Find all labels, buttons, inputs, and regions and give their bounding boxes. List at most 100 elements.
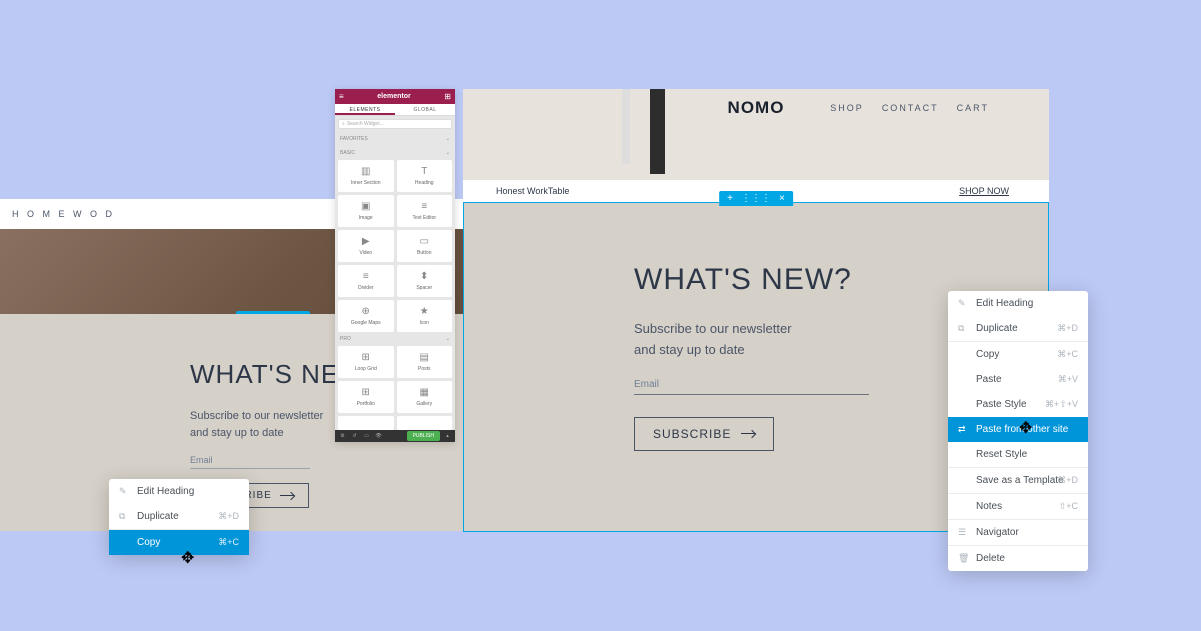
elementor-footer: ⚙ ↺ ▭ 👁 PUBLISH ▴ [335,430,455,442]
elementor-tabs: ELEMENTS GLOBAL [335,104,455,116]
widget-partial[interactable] [397,416,453,430]
product-image [650,89,665,174]
homewod-logo: H O M E W O D [12,209,115,219]
widget-icon[interactable]: ★Icon [397,300,453,332]
nav-shop[interactable]: SHOP [830,103,864,113]
map-icon: ⊕ [362,306,370,317]
tab-global[interactable]: GLOBAL [395,104,455,115]
chevron-down-icon: ⌄ [446,336,450,342]
plus-icon[interactable]: + [244,313,250,314]
widget-inner-section[interactable]: ▥Inner Section [338,160,394,192]
grid-icon[interactable]: ⊞ [444,92,451,101]
elementor-sidebar: ≡ elementor ⊞ ELEMENTS GLOBAL ⌕ Search W… [335,89,455,442]
ctx-save-template[interactable]: Save as a Template ⌘+D [948,468,1088,493]
ctx-edit-heading[interactable]: ✎ Edit Heading [948,291,1088,316]
widget-text-editor[interactable]: ≡Text Editor [397,195,453,227]
nomo-header: NOMO SHOP CONTACT CART [463,89,1049,127]
shop-now-link[interactable]: SHOP NOW [959,186,1009,196]
text-icon: T [421,166,427,177]
publish-button[interactable]: PUBLISH [407,431,440,441]
ctx-paste[interactable]: Paste ⌘+V [948,367,1088,392]
drag-icon[interactable]: ⋮⋮⋮ [258,313,288,314]
chevron-down-icon: ⌄ [446,136,450,142]
copy-icon: ⧉ [119,511,129,522]
tab-elements[interactable]: ELEMENTS [335,104,395,115]
arrow-right-icon [741,433,755,434]
gallery-icon: ▦ [420,387,429,398]
context-menu-right: ✎ Edit Heading ⧉ Duplicate ⌘+D Copy ⌘+C … [948,291,1088,571]
cursor-pointer-icon: ✥ [1019,418,1031,434]
preview-icon[interactable]: 👁 [374,432,383,440]
widget-grid-pro: ⊞Loop Grid ▤Posts ⊞Portfolio ▦Gallery [335,346,455,430]
divider-icon: ≡ [363,271,369,282]
elementor-header: ≡ elementor ⊞ [335,89,455,104]
ctx-notes[interactable]: Notes ⇧+C [948,494,1088,519]
ctx-edit-heading[interactable]: ✎ Edit Heading [109,479,249,504]
swap-icon: ⇄ [958,424,968,435]
widget-grid-basic: ▥Inner Section THeading ▣Image ≡Text Edi… [335,160,455,332]
history-icon[interactable]: ↺ [350,432,359,440]
ctx-navigator[interactable]: ☰ Navigator [948,520,1088,545]
category-pro[interactable]: PRO ⌄ [335,332,455,346]
email-input[interactable]: Email [190,455,310,469]
widget-partial[interactable] [338,416,394,430]
widget-divider[interactable]: ≡Divider [338,265,394,297]
plus-icon[interactable]: + [727,193,733,204]
chevron-up-icon[interactable]: ▴ [443,432,452,440]
ctx-delete[interactable]: 🗑 Delete [948,546,1088,571]
hamburger-icon[interactable]: ≡ [339,92,344,101]
pencil-icon: ✎ [958,298,968,309]
widget-video[interactable]: ▶Video [338,230,394,262]
widget-loop-grid[interactable]: ⊞Loop Grid [338,346,394,378]
arrow-right-icon [280,495,294,496]
nomo-hero [463,127,1049,180]
responsive-icon[interactable]: ▭ [362,432,371,440]
ctx-paste-from-other-site[interactable]: ⇄ Paste from other site [948,417,1088,442]
drag-icon[interactable]: ⋮⋮⋮ [741,193,771,204]
trash-icon: 🗑 [958,553,968,564]
editor-icon: ≡ [421,201,427,212]
widget-heading[interactable]: THeading [397,160,453,192]
widget-spacer[interactable]: ⬍Spacer [397,265,453,297]
ctx-reset-style[interactable]: Reset Style [948,442,1088,467]
category-basic[interactable]: BASIC ⌄ [335,146,455,160]
columns-icon: ▥ [361,166,370,177]
widget-google-maps[interactable]: ⊕Google Maps [338,300,394,332]
category-favorites[interactable]: FAVORITES ⌄ [335,132,455,146]
section-edit-handle[interactable]: + ⋮⋮⋮ × [236,311,310,314]
pencil-icon: ✎ [119,486,129,497]
nav-cart[interactable]: CART [957,103,989,113]
close-icon[interactable]: × [779,193,785,204]
button-icon: ▭ [420,236,429,247]
settings-icon[interactable]: ⚙ [338,432,347,440]
star-icon: ★ [420,306,429,317]
widget-gallery[interactable]: ▦Gallery [397,381,453,413]
ctx-duplicate[interactable]: ⧉ Duplicate ⌘+D [948,316,1088,341]
widget-posts[interactable]: ▤Posts [397,346,453,378]
search-input[interactable]: ⌕ Search Widget... [338,119,452,129]
ctx-duplicate[interactable]: ⧉ Duplicate ⌘+D [109,504,249,529]
widget-portfolio[interactable]: ⊞Portfolio [338,381,394,413]
image-icon: ▣ [361,201,370,212]
ctx-copy[interactable]: Copy ⌘+C [109,530,249,555]
spacer-icon: ⬍ [420,271,428,282]
search-icon: ⌕ [342,121,345,127]
cursor-pointer-icon: ✥ [181,548,193,564]
nomo-logo: NOMO [728,98,785,118]
ctx-paste-style[interactable]: Paste Style ⌘+⇧+V [948,392,1088,417]
product-image [622,89,630,164]
subscribe-button[interactable]: SUBSCRIBE [634,417,774,451]
chevron-down-icon: ⌄ [446,150,450,156]
copy-icon: ⧉ [958,323,968,334]
posts-icon: ▤ [420,352,429,363]
grid-icon: ⊞ [362,352,370,363]
nav-contact[interactable]: CONTACT [882,103,939,113]
widget-button[interactable]: ▭Button [397,230,453,262]
context-menu-left: ✎ Edit Heading ⧉ Duplicate ⌘+D Copy ⌘+C [109,479,249,555]
close-icon[interactable]: × [296,313,302,314]
section-edit-handle[interactable]: + ⋮⋮⋮ × [719,191,793,206]
widget-image[interactable]: ▣Image [338,195,394,227]
email-input[interactable]: Email [634,379,869,395]
navigator-icon: ☰ [958,527,968,538]
ctx-copy[interactable]: Copy ⌘+C [948,342,1088,367]
